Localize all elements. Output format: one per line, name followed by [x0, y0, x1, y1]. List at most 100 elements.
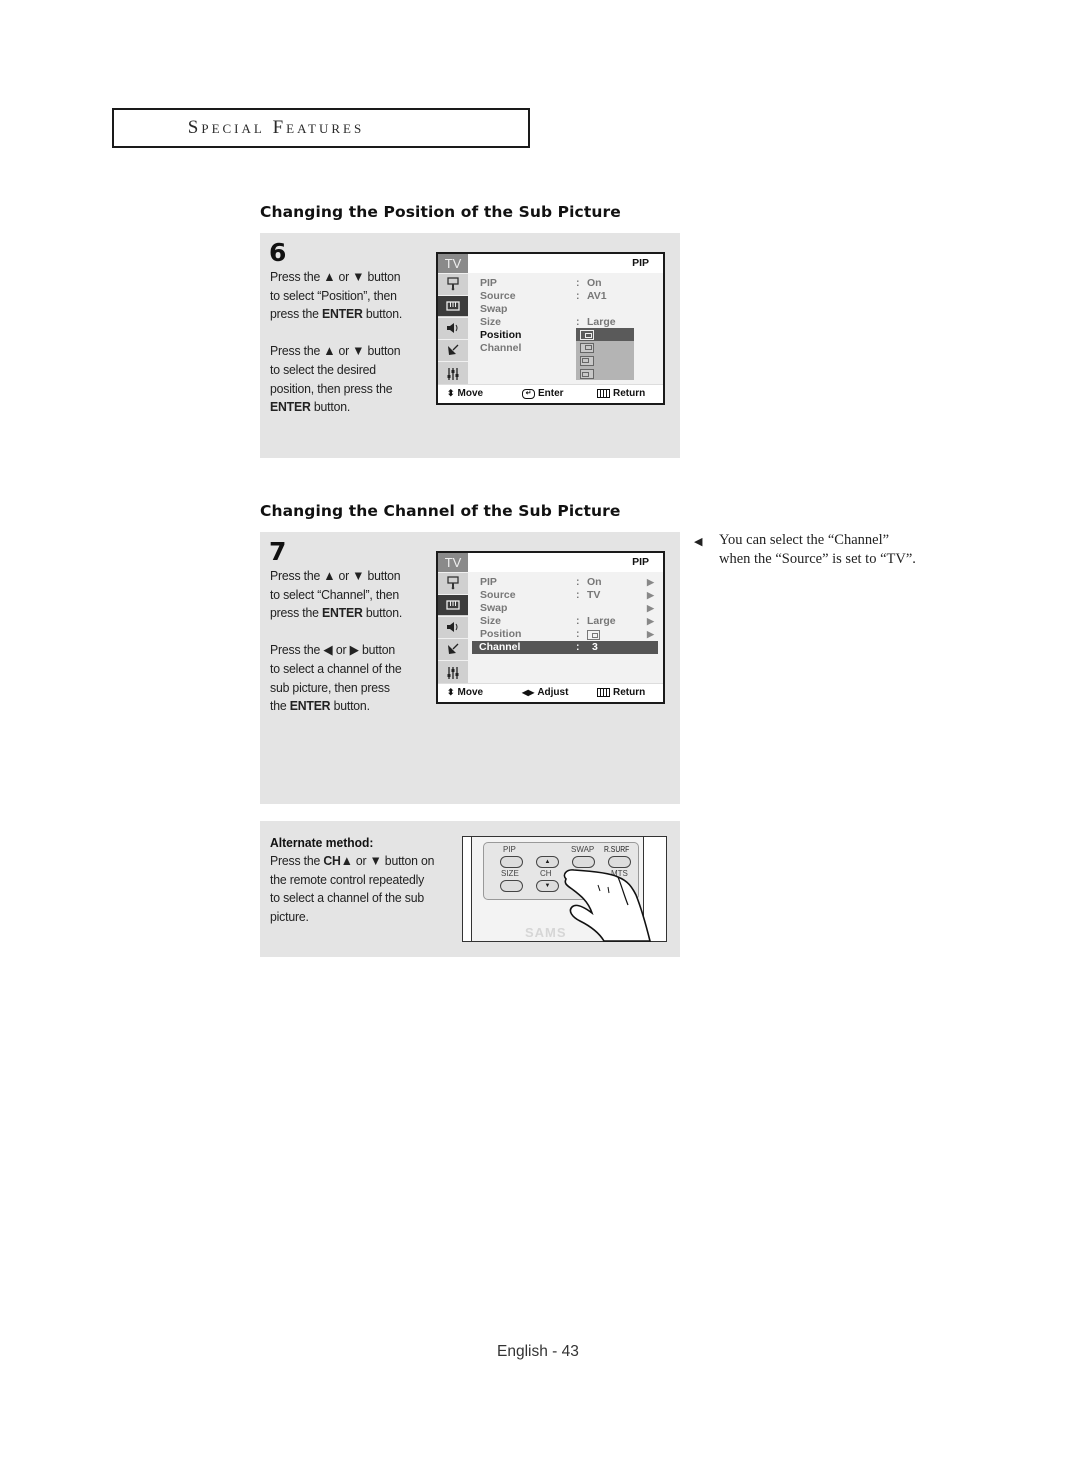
row-value: On — [587, 277, 602, 289]
row-label: Channel — [479, 641, 521, 653]
osd-sidebar: TV — [438, 553, 468, 684]
footer-return-label: Return — [613, 687, 646, 698]
instruction-paragraph: Press the ◀ or ▶ button to select a chann… — [270, 642, 402, 714]
step-instructions: Press the ▲ or ▼ button to select “Channe… — [270, 567, 402, 716]
footer-adjust: ◀▶ Adjust — [522, 687, 568, 698]
up-down-arrow-icon: ⬍ — [447, 687, 455, 697]
picture-icon — [438, 295, 468, 316]
position-option-bottom-right[interactable] — [576, 328, 634, 341]
channel-icon — [438, 339, 468, 360]
step-number: 6 — [269, 238, 287, 267]
channel-icon — [438, 638, 468, 659]
osd-screen: TV PIP PIP: On Source: AV1 Swap Size: Large — [436, 252, 665, 405]
row-value: TV — [587, 589, 601, 601]
right-arrow-icon: ▶ — [647, 616, 654, 626]
pip-top-left-icon — [580, 356, 594, 366]
row-label: Source — [480, 589, 516, 601]
position-option-bottom-left[interactable] — [576, 367, 634, 380]
footer-return-label: Return — [613, 388, 646, 399]
setup-icon — [438, 660, 468, 684]
osd-menu: PIP: On Source: AV1 Swap Size: Large Positi… — [468, 273, 663, 385]
input-icon — [438, 572, 468, 593]
footer-adjust-label: Adjust — [537, 687, 569, 698]
remote-pip-button[interactable] — [500, 856, 523, 868]
row-value: Large — [587, 615, 616, 627]
right-arrow-icon: ▶ — [647, 590, 654, 600]
section-header: Special Features — [112, 108, 530, 148]
instruction-paragraph: Press the ▲ or ▼ button to select “Channe… — [270, 568, 403, 621]
sound-icon — [438, 317, 468, 338]
up-down-arrow-icon: ⬍ — [447, 388, 455, 398]
emphasis-text: ENTER — [270, 399, 311, 415]
side-note: You can select the “Channel” when the “S… — [719, 531, 916, 569]
instruction-paragraph: Press the ▲ or ▼ button to select the des… — [270, 343, 401, 415]
instruction-paragraph: Press the ▲ or ▼ button to select “Positi… — [270, 269, 403, 322]
row-label: Position — [480, 329, 522, 341]
emphasis-text: CH▲ — [323, 853, 353, 868]
note-line: when the “Source” is set to “TV”. — [719, 551, 916, 567]
footer-return: Return — [597, 687, 645, 698]
remote-illustration: PIP SWAP R.SURF ▲ SIZE CH MTS ▼ SAMS — [462, 836, 667, 942]
note-arrow-icon: ◀ — [694, 536, 703, 548]
step-number: 7 — [269, 537, 287, 566]
osd-sidebar: TV — [438, 254, 468, 385]
footer-enter-label: Enter — [538, 388, 564, 399]
right-arrow-icon: ▶ — [647, 629, 654, 639]
row-value: AV1 — [587, 290, 607, 302]
emphasis-text: ENTER — [322, 605, 363, 621]
row-colon: : — [576, 628, 580, 640]
alternate-method-title: Alternate method: — [270, 835, 374, 850]
pointing-hand-icon — [563, 869, 652, 942]
remote-label-swap: SWAP — [571, 845, 595, 854]
remote-label-pip: PIP — [503, 845, 516, 854]
osd-menu: PIP: On ▶ Source: TV ▶ Swap ▶ Size: Large ▶ Pos… — [468, 572, 663, 684]
footer-move: ⬍ Move — [447, 687, 483, 698]
position-option-top-right[interactable] — [576, 341, 634, 354]
position-option-top-left[interactable] — [576, 354, 634, 367]
picture-icon — [438, 594, 468, 615]
row-colon: : — [576, 290, 580, 302]
row-label: Size — [480, 615, 502, 627]
step-panel-7: 7 Press the ▲ or ▼ button to select “Chan… — [260, 532, 680, 804]
down-arrow-icon: ▼ — [544, 883, 551, 889]
pip-bottom-right-icon — [587, 630, 600, 640]
remote-label-rsurf: R.SURF — [604, 845, 630, 854]
setup-icon — [438, 361, 468, 385]
osd-footer: ⬍ Move ◀▶ Adjust Return — [438, 683, 663, 702]
row-colon: : — [576, 277, 580, 289]
pip-bottom-left-icon — [580, 369, 594, 379]
footer-move-label: Move — [457, 687, 484, 698]
footer-return: Return — [597, 388, 645, 399]
right-arrow-icon: ▶ — [647, 577, 654, 587]
input-icon — [438, 273, 468, 294]
footer-move-label: Move — [457, 388, 484, 399]
remote-ch-down-button[interactable]: ▼ — [536, 880, 559, 892]
emphasis-text: ENTER — [289, 698, 331, 714]
row-label: PIP — [480, 277, 497, 289]
alternate-method-text: Press the CH▲ or ▼ button on the remote c… — [270, 853, 435, 924]
osd-tv-tab: TV — [438, 553, 468, 572]
left-right-arrow-icon: ◀▶ — [522, 688, 535, 697]
menu-icon — [597, 389, 610, 398]
remote-ch-up-button[interactable]: ▲ — [536, 856, 559, 868]
enter-icon: ↵ — [522, 388, 535, 399]
emphasis-text: ENTER — [322, 306, 363, 322]
row-label: Position — [480, 628, 522, 640]
row-colon: : — [576, 576, 580, 588]
row-label: Channel — [480, 342, 522, 354]
osd-menu-title: PIP — [632, 556, 649, 568]
footer-move: ⬍ Move — [447, 388, 483, 399]
osd-row-channel[interactable]: Channel:3 — [472, 641, 658, 654]
section-header-label: Special Features — [187, 117, 365, 138]
pip-bottom-right-icon — [580, 330, 594, 340]
remote-size-button[interactable] — [500, 880, 523, 892]
remote-label-size: SIZE — [501, 869, 519, 878]
section-title-position: Changing the Position of the Sub Picture — [260, 203, 621, 221]
remote-label-ch: CH — [540, 869, 552, 878]
page-number: English - 43 — [497, 1343, 579, 1360]
osd-menu-title: PIP — [632, 257, 649, 269]
position-options-list — [576, 328, 634, 380]
step-instructions: Press the ▲ or ▼ button to select “Positi… — [270, 268, 402, 417]
sound-icon — [438, 616, 468, 637]
section-title-channel: Changing the Channel of the Sub Picture — [260, 502, 621, 520]
